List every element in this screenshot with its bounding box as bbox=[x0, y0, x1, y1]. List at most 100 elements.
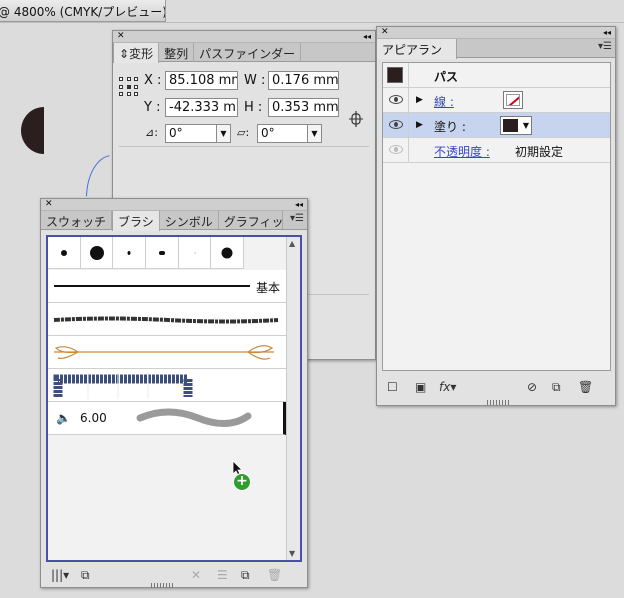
x-value: 85.108 mm bbox=[169, 73, 238, 88]
scroll-down-icon[interactable]: ▼ bbox=[289, 549, 295, 558]
object-type-label: パス bbox=[434, 70, 459, 84]
tab-appearance[interactable]: アピアランス bbox=[377, 39, 457, 74]
collapse-icon[interactable]: ◂◂ bbox=[603, 27, 611, 38]
tab-transform-label: 変形 bbox=[129, 47, 154, 61]
shear-dropdown[interactable]: 0° ▼ bbox=[257, 124, 322, 143]
expand-triangle-icon[interactable]: ▶ bbox=[416, 95, 423, 105]
appearance-panel-titlebar[interactable]: ✕ ◂◂ bbox=[377, 27, 615, 39]
brush-arrow-row[interactable] bbox=[48, 336, 286, 369]
add-new-effect-icon[interactable]: fx▾ bbox=[439, 380, 456, 394]
opacity-row[interactable]: 不透明度 : 初期設定 bbox=[383, 138, 610, 163]
tab-swatches-label: スウォッチ bbox=[46, 215, 107, 229]
tab-pathfinder-label: パスファインダー bbox=[199, 47, 296, 61]
tab-align[interactable]: 整列 bbox=[159, 43, 195, 62]
brush-pattern-row[interactable] bbox=[48, 369, 286, 402]
tab-transform-prefix: ⇕ bbox=[119, 47, 130, 61]
brush-dot-4[interactable] bbox=[146, 237, 179, 269]
brush-basic-row[interactable]: 基本 bbox=[48, 270, 286, 303]
brush-charcoal-row[interactable] bbox=[48, 303, 286, 336]
appearance-header-row[interactable]: パス bbox=[383, 63, 610, 88]
stroke-swatch[interactable] bbox=[503, 91, 523, 109]
document-tab[interactable]: @ 4800% (CMYK/プレビュー) bbox=[0, 0, 166, 22]
duplicate-item-icon[interactable]: ⧉ bbox=[552, 380, 561, 395]
basic-brush-label: 基本 bbox=[256, 281, 281, 295]
art-brush-stroke bbox=[136, 408, 252, 427]
panel-menu-icon[interactable]: ▾☰ bbox=[290, 213, 304, 224]
artwork-half-circle[interactable] bbox=[21, 107, 44, 154]
w-label: W : bbox=[244, 73, 266, 88]
libraries-panel-icon[interactable]: ⧉ bbox=[81, 568, 90, 583]
reference-point-icon[interactable] bbox=[119, 77, 139, 97]
tab-graphic-styles[interactable]: グラフィック bbox=[219, 211, 283, 230]
transform-tabs: ⇕変形 整列 パスファインダー bbox=[113, 43, 375, 63]
tab-brushes[interactable]: ブラシ bbox=[112, 211, 160, 231]
tab-swatches[interactable]: スウォッチ bbox=[41, 211, 113, 230]
brush-dot-1[interactable] bbox=[48, 237, 81, 269]
brush-list: 基本 🔈 6.00 ▲ ▼ bbox=[46, 235, 302, 562]
opacity-link[interactable]: 不透明度 : bbox=[434, 143, 490, 160]
brush-libraries-icon[interactable]: |||▾ bbox=[51, 568, 69, 582]
pattern-brush-stroke bbox=[53, 373, 193, 399]
rotate-dropdown[interactable]: 0° ▼ bbox=[165, 124, 231, 143]
tab-brushes-label: ブラシ bbox=[118, 215, 154, 229]
thumbnail-cell bbox=[383, 63, 409, 88]
visibility-cell[interactable] bbox=[383, 88, 409, 113]
visibility-cell[interactable] bbox=[383, 113, 409, 138]
fill-row[interactable]: ▶ 塗り : ▼ bbox=[383, 113, 610, 138]
brush-dot-5[interactable] bbox=[179, 237, 212, 269]
brush-dot-3[interactable] bbox=[113, 237, 147, 269]
scroll-up-icon[interactable]: ▲ bbox=[289, 239, 295, 248]
visibility-cell[interactable] bbox=[383, 138, 409, 163]
y-value: -42.333 mm bbox=[169, 100, 237, 115]
tab-pathfinder[interactable]: パスファインダー bbox=[194, 43, 302, 62]
trash-icon[interactable]: 🗑 bbox=[578, 380, 593, 394]
eye-icon[interactable] bbox=[389, 120, 403, 129]
close-icon[interactable]: ✕ bbox=[381, 27, 389, 38]
h-input[interactable]: 0.353 mm bbox=[268, 98, 339, 117]
shear-icon: ▱: bbox=[237, 126, 250, 139]
clear-appearance-icon[interactable]: ⊘ bbox=[527, 380, 537, 394]
expand-triangle-icon[interactable]: ▶ bbox=[416, 120, 423, 130]
brushes-tabs: スウォッチ ブラシ シンボル グラフィック ▾☰ bbox=[41, 211, 307, 231]
remove-brush-stroke-icon[interactable]: ✕ bbox=[191, 568, 201, 582]
brush-dot-2[interactable] bbox=[81, 237, 114, 269]
constrain-proportions-icon[interactable] bbox=[347, 110, 365, 128]
brushes-panel-titlebar[interactable]: ✕ ◂◂ bbox=[41, 199, 307, 211]
tab-symbols[interactable]: シンボル bbox=[160, 211, 219, 230]
w-input[interactable]: 0.176 mm bbox=[268, 71, 339, 90]
fill-swatch-dropdown[interactable]: ▼ bbox=[500, 116, 532, 135]
add-new-stroke-icon[interactable]: ☐ bbox=[387, 380, 398, 394]
chevron-down-icon: ▼ bbox=[522, 121, 529, 130]
y-label: Y : bbox=[144, 100, 161, 115]
appearance-panel: ✕ ◂◂ アピアランス ▾☰ パス ▶ 線 : ▶ 塗り : ▼ bbox=[376, 26, 616, 406]
add-new-fill-icon[interactable]: ▣ bbox=[415, 380, 426, 394]
h-label: H : bbox=[244, 100, 263, 115]
object-thumbnail bbox=[387, 67, 403, 83]
brush-list-scrollbar[interactable]: ▲ ▼ bbox=[286, 237, 300, 560]
stroke-row[interactable]: ▶ 線 : bbox=[383, 88, 610, 113]
document-title: @ 4800% (CMYK/プレビュー) bbox=[0, 5, 166, 19]
resize-grip-icon[interactable] bbox=[487, 400, 509, 405]
y-input[interactable]: -42.333 mm bbox=[165, 98, 238, 117]
close-icon[interactable]: ✕ bbox=[117, 31, 125, 42]
collapse-icon[interactable]: ◂◂ bbox=[295, 199, 303, 210]
x-input[interactable]: 85.108 mm bbox=[165, 71, 238, 90]
chevron-down-icon: ▼ bbox=[216, 125, 230, 142]
resize-grip-icon[interactable] bbox=[151, 583, 173, 588]
brush-art-row[interactable]: 🔈 6.00 bbox=[48, 402, 286, 435]
trash-icon[interactable]: 🗑 bbox=[267, 568, 282, 582]
panel-menu-icon[interactable]: ▾☰ bbox=[598, 41, 612, 52]
tab-transform[interactable]: ⇕変形 bbox=[113, 43, 160, 63]
opacity-value: 初期設定 bbox=[515, 145, 564, 159]
brush-options-icon[interactable]: ☰ bbox=[217, 568, 228, 582]
new-brush-icon[interactable]: ⧉ bbox=[241, 568, 250, 583]
transform-panel-titlebar[interactable]: ✕ ◂◂ bbox=[113, 31, 375, 43]
collapse-icon[interactable]: ◂◂ bbox=[363, 31, 371, 42]
eye-icon[interactable] bbox=[389, 95, 403, 104]
eye-icon[interactable] bbox=[389, 145, 403, 154]
charcoal-brush-stroke bbox=[53, 316, 279, 324]
close-icon[interactable]: ✕ bbox=[45, 199, 53, 210]
brush-dot-6[interactable] bbox=[211, 237, 245, 269]
stroke-link[interactable]: 線 : bbox=[434, 93, 454, 110]
calligraphic-brushes-row bbox=[48, 237, 245, 269]
